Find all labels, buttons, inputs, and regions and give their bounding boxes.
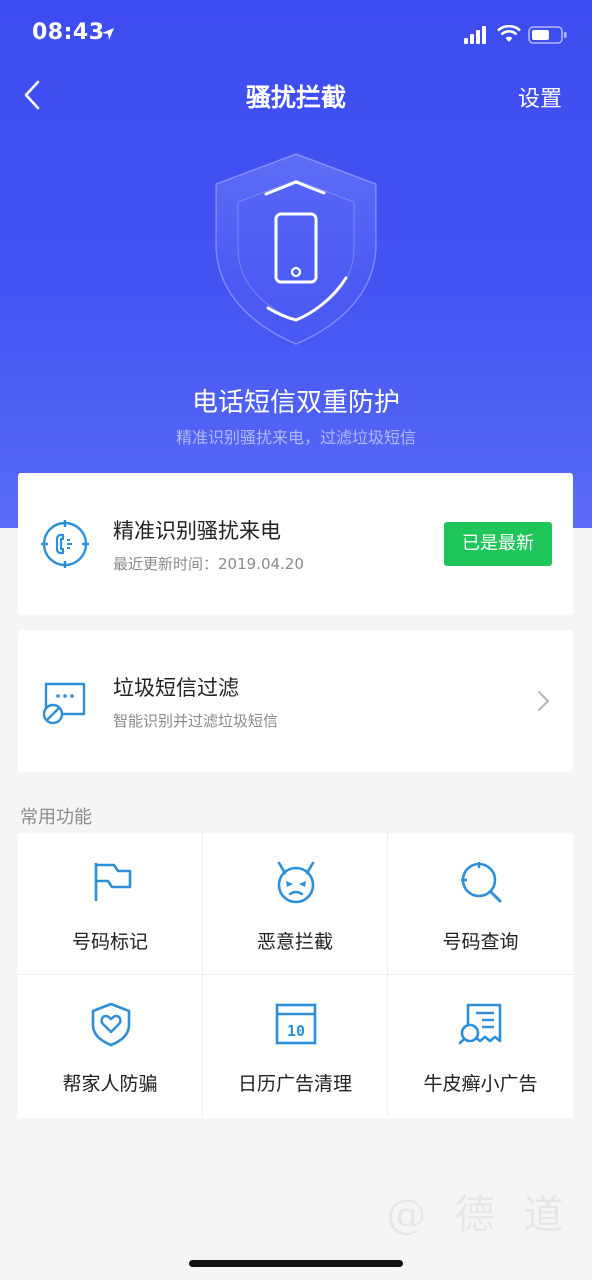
devil-face-icon <box>277 861 315 904</box>
battery-icon <box>528 26 567 44</box>
home-indicator[interactable] <box>189 1260 403 1267</box>
location-arrow-icon <box>102 28 114 40</box>
grid-item-label: 日历广告清理 <box>237 1073 352 1095</box>
status-time: 08:43 <box>32 20 105 45</box>
calendar-icon: 10 <box>275 1003 317 1045</box>
phone-target-icon <box>41 520 89 568</box>
grid-item-calendar-ad-clean[interactable]: 10 日历广告清理 <box>203 975 388 1117</box>
last-update-time: 最近更新时间：2019.04.20 <box>113 555 304 573</box>
call-identification-card: 精准识别骚扰来电 最近更新时间：2019.04.20 已是最新 <box>18 473 573 615</box>
common-functions-label: 常用功能 <box>20 807 92 828</box>
flag-icon <box>94 863 132 901</box>
search-target-icon <box>461 862 502 903</box>
grid-item-family-anti-fraud[interactable]: 帮家人防骗 <box>18 975 203 1117</box>
sms-filter-subtitle: 智能识别并过滤垃圾短信 <box>113 712 279 730</box>
hero-subtitle: 精准识别骚扰来电，过滤垃圾短信 <box>175 428 416 447</box>
settings-button[interactable]: 设置 <box>518 81 562 113</box>
grid-item-label: 帮家人防骗 <box>62 1073 158 1095</box>
grid-item-malicious-block[interactable]: 恶意拦截 <box>203 833 388 975</box>
grid-item-number-query[interactable]: 号码查询 <box>388 833 573 975</box>
up-to-date-button[interactable]: 已是最新 <box>444 522 552 566</box>
grid-item-label: 号码查询 <box>442 931 519 953</box>
blocked-message-icon <box>42 682 86 725</box>
status-bar: 08:43 <box>0 0 592 70</box>
hero-title: 电话短信双重防护 <box>191 388 400 418</box>
common-functions-grid: 号码标记 恶意拦截 号码查询 帮家人防骗 10 日历广告清理 牛皮癣小广告 <box>18 833 573 1118</box>
heart-shield-icon <box>91 1002 131 1047</box>
grid-item-label: 恶意拦截 <box>256 931 333 953</box>
grid-item-street-ad[interactable]: 牛皮癣小广告 <box>388 975 573 1117</box>
svg-text:10: 10 <box>287 1022 305 1040</box>
grid-item-label: 号码标记 <box>71 931 148 953</box>
watermark: @ 德 道 <box>386 1192 572 1238</box>
navigation-bar: 骚扰拦截 设置 <box>0 70 592 120</box>
call-identification-title: 精准识别骚扰来电 <box>113 519 281 543</box>
page-title: 骚扰拦截 <box>245 83 346 112</box>
shield-phone-icon <box>215 153 377 345</box>
receipt-search-icon <box>458 1003 502 1045</box>
chevron-right-icon <box>538 691 550 711</box>
grid-item-number-mark[interactable]: 号码标记 <box>18 833 203 975</box>
sms-filter-card[interactable]: 垃圾短信过滤 智能识别并过滤垃圾短信 <box>18 630 573 772</box>
grid-item-label: 牛皮癣小广告 <box>423 1073 538 1095</box>
wifi-icon <box>497 25 521 42</box>
sms-filter-title: 垃圾短信过滤 <box>113 676 239 700</box>
cellular-signal-icon <box>464 26 486 44</box>
